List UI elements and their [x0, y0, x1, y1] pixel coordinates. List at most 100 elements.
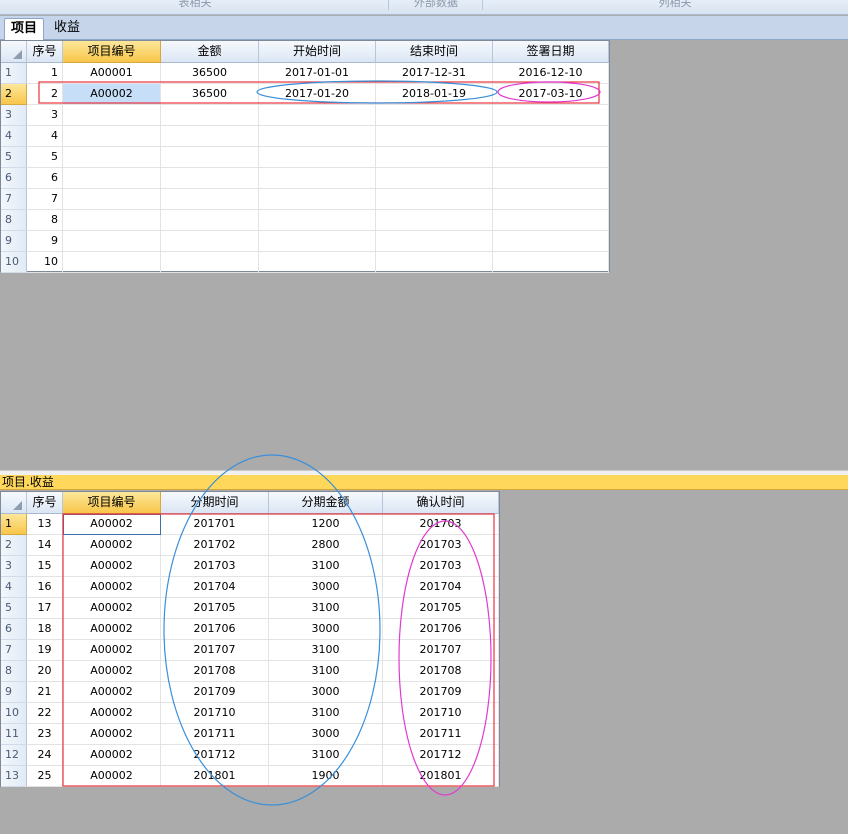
table-cell[interactable]: [259, 252, 376, 273]
table-cell[interactable]: [161, 105, 259, 126]
table-cell[interactable]: 16: [27, 577, 63, 598]
table-cell[interactable]: [161, 231, 259, 252]
table-cell[interactable]: A00002: [63, 598, 161, 619]
column-header[interactable]: 结束时间: [376, 41, 493, 63]
table-cell[interactable]: 201801: [383, 766, 499, 787]
table-cell[interactable]: 201705: [383, 598, 499, 619]
table-cell[interactable]: 6: [27, 168, 63, 189]
table-cell[interactable]: 3: [27, 105, 63, 126]
table-cell[interactable]: 3000: [269, 619, 383, 640]
table-cell[interactable]: [493, 168, 609, 189]
table-cell[interactable]: 201711: [161, 724, 269, 745]
table-cell[interactable]: 3000: [269, 577, 383, 598]
table-cell[interactable]: A00002: [63, 535, 161, 556]
table-cell[interactable]: [63, 105, 161, 126]
table-cell[interactable]: 201703: [161, 556, 269, 577]
table-cell[interactable]: A00002: [63, 619, 161, 640]
table-cell[interactable]: 20: [27, 661, 63, 682]
column-header[interactable]: 金额: [161, 41, 259, 63]
table-cell[interactable]: 3100: [269, 661, 383, 682]
row-header[interactable]: 1: [1, 63, 27, 84]
row-header[interactable]: 3: [1, 556, 27, 577]
row-header[interactable]: 13: [1, 766, 27, 787]
table-cell[interactable]: 21: [27, 682, 63, 703]
table-cell[interactable]: 201709: [161, 682, 269, 703]
table-cell[interactable]: 1200: [269, 514, 383, 535]
table-cell[interactable]: 36500: [161, 63, 259, 84]
table-cell[interactable]: 201703: [383, 556, 499, 577]
column-header[interactable]: 开始时间: [259, 41, 376, 63]
table-cell[interactable]: 5: [27, 147, 63, 168]
table-cell[interactable]: 3100: [269, 703, 383, 724]
table-cell[interactable]: [376, 105, 493, 126]
table-cell[interactable]: 201703: [383, 535, 499, 556]
select-all-corner[interactable]: [1, 41, 27, 63]
table-cell[interactable]: 201702: [161, 535, 269, 556]
table-cell[interactable]: 2017-01-20: [259, 84, 376, 105]
table-cell[interactable]: [259, 126, 376, 147]
table-cell[interactable]: [259, 210, 376, 231]
table-cell[interactable]: [63, 231, 161, 252]
table-cell[interactable]: [63, 210, 161, 231]
table-cell[interactable]: 2: [27, 84, 63, 105]
row-header[interactable]: 2: [1, 535, 27, 556]
table-cell[interactable]: 9: [27, 231, 63, 252]
row-header[interactable]: 4: [1, 577, 27, 598]
table-cell[interactable]: [376, 252, 493, 273]
table-cell[interactable]: [63, 126, 161, 147]
table-cell[interactable]: 23: [27, 724, 63, 745]
table-cell[interactable]: [493, 210, 609, 231]
table-cell[interactable]: [63, 252, 161, 273]
table-cell[interactable]: [493, 252, 609, 273]
column-header[interactable]: 序号: [27, 41, 63, 63]
table-cell[interactable]: 201707: [383, 640, 499, 661]
row-header[interactable]: 10: [1, 252, 27, 273]
table-cell[interactable]: [376, 189, 493, 210]
table-cell[interactable]: [63, 168, 161, 189]
table-cell[interactable]: 14: [27, 535, 63, 556]
table-cell[interactable]: 3100: [269, 598, 383, 619]
table-cell[interactable]: [259, 189, 376, 210]
table-cell[interactable]: [161, 210, 259, 231]
table-cell[interactable]: [493, 105, 609, 126]
column-header[interactable]: 签署日期: [493, 41, 609, 63]
table-cell[interactable]: A00002: [63, 84, 161, 105]
table-cell[interactable]: 201801: [161, 766, 269, 787]
table-cell[interactable]: A00002: [63, 577, 161, 598]
table-cell[interactable]: 1: [27, 63, 63, 84]
table-cell[interactable]: [376, 210, 493, 231]
table-cell[interactable]: 3000: [269, 724, 383, 745]
table-cell[interactable]: 22: [27, 703, 63, 724]
table-cell[interactable]: 201707: [161, 640, 269, 661]
row-header[interactable]: 3: [1, 105, 27, 126]
table-cell[interactable]: 10: [27, 252, 63, 273]
table-cell[interactable]: 1900: [269, 766, 383, 787]
table-cell[interactable]: [161, 126, 259, 147]
row-header[interactable]: 9: [1, 231, 27, 252]
table-cell[interactable]: 8: [27, 210, 63, 231]
table-cell[interactable]: [259, 105, 376, 126]
revenue-subgrid[interactable]: 序号 项目编号 分期时间 分期金额 确认时间 1 13 A00002 201701 1200 201…: [0, 491, 500, 787]
row-header[interactable]: 7: [1, 640, 27, 661]
table-cell[interactable]: [161, 147, 259, 168]
tab-projects[interactable]: 项目: [4, 18, 45, 40]
column-header[interactable]: 分期金额: [269, 492, 383, 514]
table-cell[interactable]: 2800: [269, 535, 383, 556]
column-header[interactable]: 分期时间: [161, 492, 269, 514]
table-cell[interactable]: A00002: [63, 514, 161, 535]
row-header[interactable]: 10: [1, 703, 27, 724]
select-all-corner[interactable]: [1, 492, 27, 514]
table-cell[interactable]: 201706: [383, 619, 499, 640]
column-header[interactable]: 序号: [27, 492, 63, 514]
table-cell[interactable]: 201706: [161, 619, 269, 640]
table-cell[interactable]: 2018-01-19: [376, 84, 493, 105]
table-cell[interactable]: [493, 231, 609, 252]
table-cell[interactable]: 201708: [383, 661, 499, 682]
table-cell[interactable]: [63, 189, 161, 210]
table-cell[interactable]: [376, 231, 493, 252]
table-cell[interactable]: 13: [27, 514, 63, 535]
table-cell[interactable]: 201712: [383, 745, 499, 766]
table-cell[interactable]: A00002: [63, 682, 161, 703]
table-cell[interactable]: A00002: [63, 661, 161, 682]
table-cell[interactable]: [259, 147, 376, 168]
